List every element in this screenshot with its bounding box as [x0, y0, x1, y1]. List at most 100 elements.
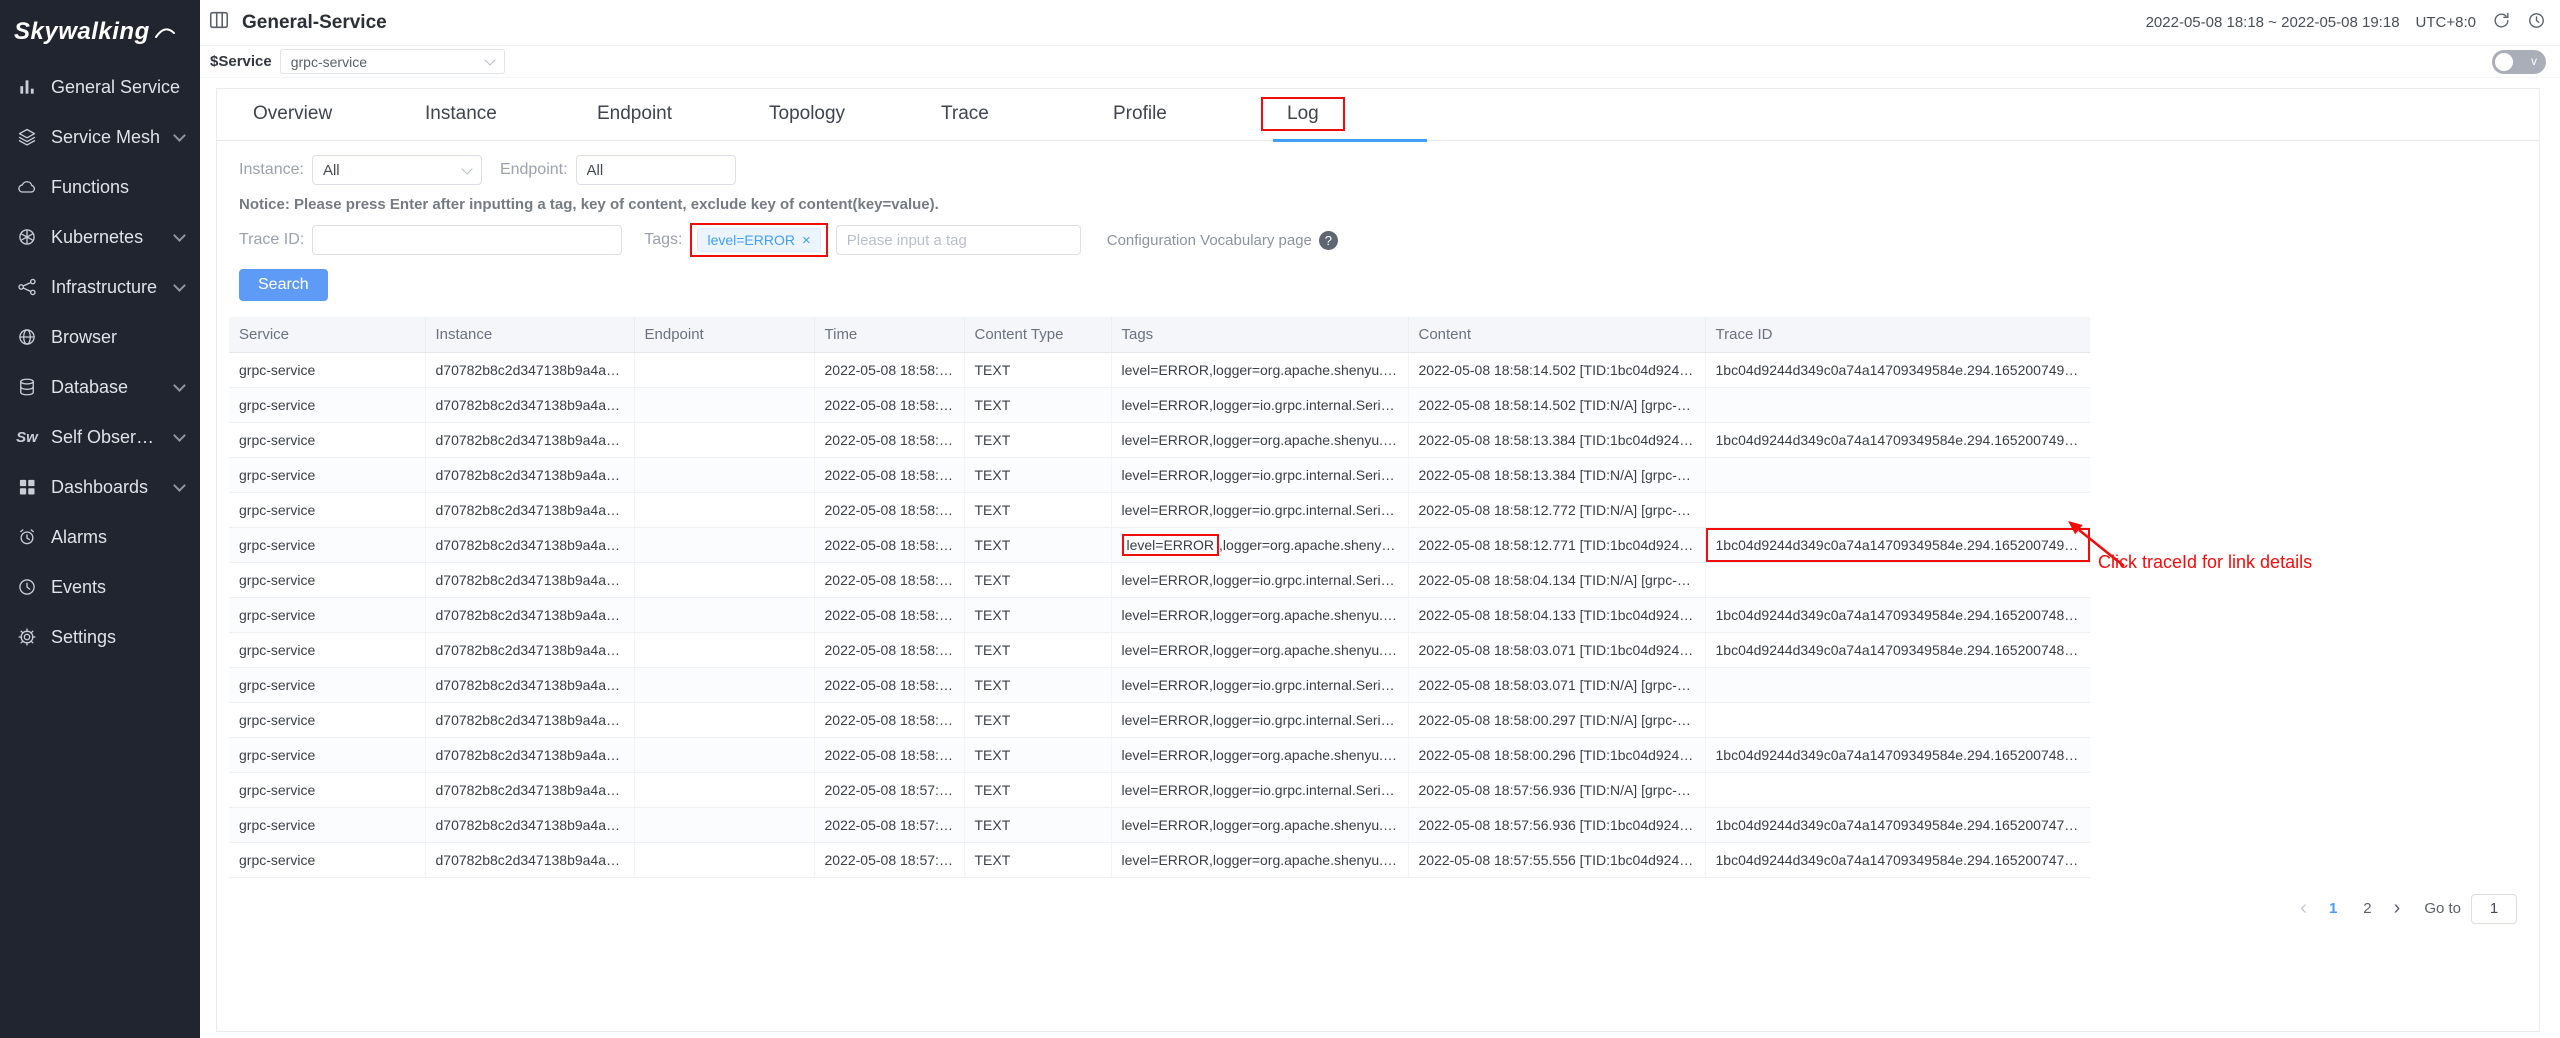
search-button[interactable]: Search — [239, 269, 328, 301]
page-2[interactable]: 2 — [2355, 898, 2379, 919]
sidebar-item-service-mesh[interactable]: Service Mesh — [0, 112, 200, 162]
instance-cell: d70782b8c2d347138b9a4aadad0... — [425, 702, 634, 737]
alarm-clock-icon — [16, 526, 38, 548]
instance-select[interactable]: All — [312, 155, 482, 185]
tab-topology[interactable]: Topology — [769, 103, 941, 140]
instance-filter-label: Instance: — [239, 161, 304, 179]
tab-endpoint[interactable]: Endpoint — [597, 103, 769, 140]
log-table-body: grpc-serviced70782b8c2d347138b9a4aadad0.… — [229, 352, 2090, 877]
chevron-down-icon — [173, 429, 186, 442]
content-type-cell: TEXT — [964, 842, 1111, 877]
next-page-icon[interactable]: › — [2390, 897, 2405, 920]
trace-id-input[interactable] — [312, 225, 622, 255]
endpoint-input[interactable] — [576, 155, 736, 185]
instance-cell: d70782b8c2d347138b9a4aadad0... — [425, 492, 634, 527]
log-table-header-row: ServiceInstanceEndpointTimeContent TypeT… — [229, 317, 2090, 352]
prev-page-icon[interactable]: ‹ — [2296, 897, 2311, 920]
trace-id-cell[interactable]: 1bc04d9244d349c0a74a14709349584e.294.165… — [1705, 842, 2090, 877]
sidebar-item-events[interactable]: Events — [0, 562, 200, 612]
page-1[interactable]: 1 — [2321, 898, 2345, 919]
tags-cell: level=ERROR,logger=io.grpc.internal.Seri… — [1111, 457, 1408, 492]
content-type-cell: TEXT — [964, 492, 1111, 527]
column-header: Tags — [1111, 317, 1408, 352]
time-range[interactable]: 2022-05-08 18:18 ~ 2022-05-08 19:18 — [2146, 14, 2400, 31]
close-icon[interactable]: × — [802, 233, 811, 248]
instance-cell: d70782b8c2d347138b9a4aadad0... — [425, 737, 634, 772]
content-cell: 2022-05-08 18:57:56.936 [TID:N/A] [grpc-… — [1408, 772, 1705, 807]
sidebar-item-general-service[interactable]: General Service — [0, 62, 200, 112]
globe-icon — [16, 326, 38, 348]
auto-refresh-clock-icon[interactable] — [2527, 11, 2546, 34]
vocabulary-link[interactable]: Configuration Vocabulary page ? — [1107, 231, 1338, 250]
sidebar-item-settings[interactable]: Settings — [0, 612, 200, 662]
bar-chart-icon — [16, 76, 38, 98]
trace-id-cell[interactable]: 1bc04d9244d349c0a74a14709349584e.294.165… — [1705, 597, 2090, 632]
tag-chip[interactable]: level=ERROR × — [697, 228, 820, 252]
content-cell: 2022-05-08 18:58:13.384 [TID:N/A] [grpc-… — [1408, 457, 1705, 492]
service-select[interactable]: grpc-service — [280, 49, 505, 74]
trace-id-cell[interactable]: 1bc04d9244d349c0a74a14709349584e.294.165… — [1705, 737, 2090, 772]
table-row: grpc-serviced70782b8c2d347138b9a4aadad0.… — [229, 702, 2090, 737]
service-cell: grpc-service — [229, 562, 425, 597]
sidebar-item-alarms[interactable]: Alarms — [0, 512, 200, 562]
sidebar-item-dashboards[interactable]: Dashboards — [0, 462, 200, 512]
sidebar-item-database[interactable]: Database — [0, 362, 200, 412]
toggle-mark: v — [2531, 54, 2537, 68]
sidebar-item-kubernetes[interactable]: Kubernetes — [0, 212, 200, 262]
column-header: Time — [814, 317, 964, 352]
tags-cell: level=ERROR,logger=io.grpc.internal.Seri… — [1111, 702, 1408, 737]
theme-toggle[interactable]: v — [2492, 50, 2546, 74]
service-cell: grpc-service — [229, 667, 425, 702]
service-cell: grpc-service — [229, 492, 425, 527]
endpoint-cell — [634, 457, 814, 492]
endpoint-cell — [634, 842, 814, 877]
goto-label: Go to — [2424, 900, 2461, 917]
annotation-note: Click traceId for link details — [2098, 552, 2312, 573]
tags-cell: level=ERROR,logger=io.grpc.internal.Seri… — [1111, 387, 1408, 422]
timezone[interactable]: UTC+8:0 — [2416, 14, 2476, 31]
content-cell: 2022-05-08 18:58:00.297 [TID:N/A] [grpc-… — [1408, 702, 1705, 737]
refresh-icon[interactable] — [2492, 11, 2511, 34]
sidebar-item-functions[interactable]: Functions — [0, 162, 200, 212]
trace-id-cell[interactable]: 1bc04d9244d349c0a74a14709349584e.294.165… — [1705, 422, 2090, 457]
tab-profile[interactable]: Profile — [1113, 103, 1285, 140]
instance-cell: d70782b8c2d347138b9a4aadad0... — [425, 527, 634, 562]
endpoint-cell — [634, 527, 814, 562]
sidebar-item-infrastructure[interactable]: Infrastructure — [0, 262, 200, 312]
table-row: grpc-serviced70782b8c2d347138b9a4aadad0.… — [229, 562, 2090, 597]
endpoint-cell — [634, 387, 814, 422]
table-row: grpc-serviced70782b8c2d347138b9a4aadad0.… — [229, 457, 2090, 492]
table-row: grpc-serviced70782b8c2d347138b9a4aadad0.… — [229, 737, 2090, 772]
trace-id-cell[interactable]: 1bc04d9244d349c0a74a14709349584e.294.165… — [1705, 807, 2090, 842]
service-cell: grpc-service — [229, 632, 425, 667]
sidebar-item-self-observability[interactable]: Sw Self Observability — [0, 412, 200, 462]
service-cell: grpc-service — [229, 422, 425, 457]
trace-id-cell[interactable]: 1bc04d9244d349c0a74a14709349584e.294.165… — [1705, 352, 2090, 387]
tab-overview[interactable]: Overview — [253, 103, 425, 140]
tab-trace[interactable]: Trace — [941, 103, 1113, 140]
chevron-down-icon — [173, 279, 186, 292]
trace-id-cell[interactable]: 1bc04d9244d349c0a74a14709349584e.294.165… — [1705, 527, 2090, 562]
tag-input[interactable] — [836, 225, 1081, 255]
trace-id-cell — [1705, 457, 2090, 492]
sidebar: Skywalking General Service Service Mesh … — [0, 0, 200, 1038]
content-type-cell: TEXT — [964, 702, 1111, 737]
sidebar-item-label: Browser — [51, 327, 117, 348]
sidebar-item-label: Settings — [51, 627, 116, 648]
goto-page-input[interactable] — [2471, 894, 2517, 924]
content-cell: 2022-05-08 18:57:56.936 [TID:1bc04d9244d… — [1408, 807, 1705, 842]
content-type-cell: TEXT — [964, 667, 1111, 702]
table-row: grpc-serviced70782b8c2d347138b9a4aadad0.… — [229, 527, 2090, 562]
skywalking-sw-icon: Sw — [16, 426, 38, 448]
layout-columns-icon[interactable] — [208, 9, 230, 36]
trace-id-cell[interactable]: 1bc04d9244d349c0a74a14709349584e.294.165… — [1705, 632, 2090, 667]
service-bar: $Service grpc-service v — [200, 46, 2560, 78]
sidebar-item-browser[interactable]: Browser — [0, 312, 200, 362]
chevron-down-icon — [173, 479, 186, 492]
top-header: General-Service 2022-05-08 18:18 ~ 2022-… — [200, 0, 2560, 46]
tab-instance[interactable]: Instance — [425, 103, 597, 140]
content-cell: 2022-05-08 18:58:00.296 [TID:1bc04d9244d… — [1408, 737, 1705, 772]
time-cell: 2022-05-08 18:58:03 — [814, 667, 964, 702]
tab-log[interactable]: Log — [1285, 103, 1457, 140]
gear-icon — [16, 626, 38, 648]
